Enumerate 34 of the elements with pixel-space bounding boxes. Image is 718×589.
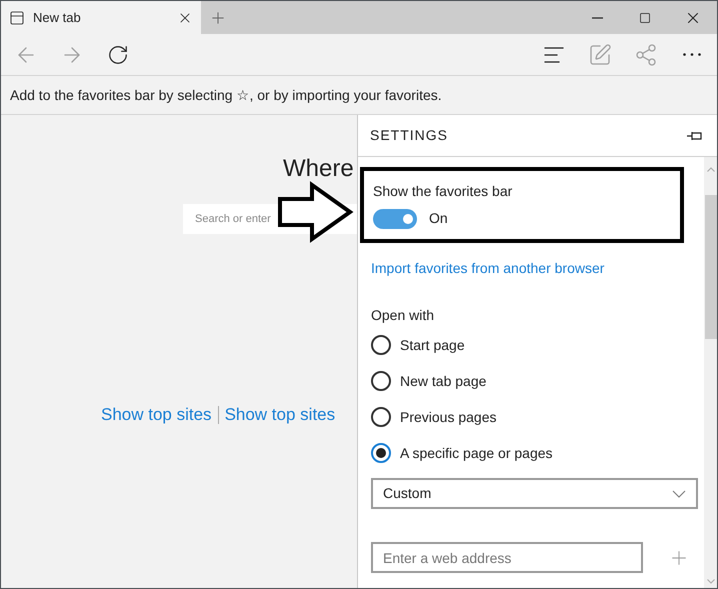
radio-label: Previous pages: [400, 408, 497, 427]
radio-button[interactable]: [371, 335, 391, 355]
pin-icon[interactable]: [687, 130, 703, 140]
top-sites-link[interactable]: Show top sites: [101, 402, 212, 428]
refresh-icon: [107, 44, 129, 66]
scroll-down-icon[interactable]: [706, 579, 714, 584]
open-with-label: Open with: [371, 306, 436, 325]
radio-button[interactable]: [371, 443, 391, 463]
scroll-up-icon[interactable]: [706, 167, 714, 172]
toggle-switch[interactable]: [373, 208, 417, 228]
minimize-icon: [592, 16, 602, 18]
browser-tab[interactable]: New tab: [1, 1, 201, 34]
note-icon: [588, 42, 612, 66]
radio-label: Start page: [400, 336, 465, 355]
toggle-state: On: [429, 209, 448, 228]
share-icon: [634, 42, 658, 66]
top-sites-link[interactable]: Show top sites: [224, 402, 336, 428]
settings-title: SETTINGS: [370, 126, 450, 145]
radio-button[interactable]: [371, 371, 391, 391]
chevron-down-icon: [672, 490, 686, 498]
radio-label: A specific page or pages: [400, 444, 553, 463]
page-heading: Where: [283, 155, 354, 182]
page-dropdown[interactable]: Custom: [371, 478, 698, 509]
maximize-icon: [639, 12, 651, 24]
scrollbar[interactable]: [704, 157, 717, 588]
radio-label: New tab page: [400, 372, 486, 391]
more-icon: [683, 53, 701, 56]
address-field[interactable]: Enter a web address: [371, 542, 643, 573]
import-favorites-link[interactable]: Import favorites from another browser: [371, 258, 704, 279]
favorites-bar-label: Show the favorites bar: [373, 182, 514, 201]
radio-button[interactable]: [371, 407, 391, 427]
favorites-bar-message: Add to the favorites bar by selecting ☆, or by importing your favorites.: [10, 86, 442, 105]
page-icon: [9, 10, 25, 26]
tab-title: New tab: [33, 8, 82, 27]
